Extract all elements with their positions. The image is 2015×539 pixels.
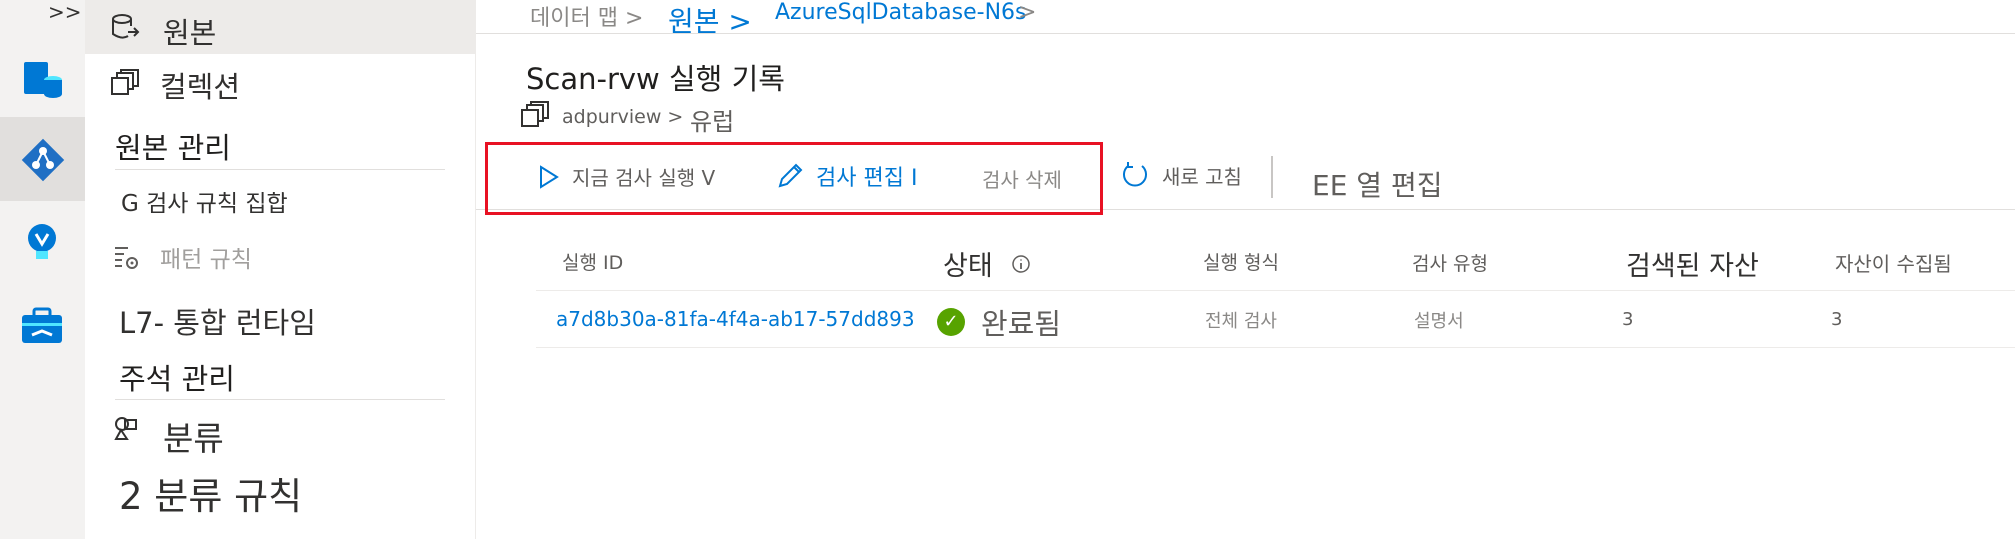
nav-item-pattern-rules[interactable]: 패턴 규칙 — [85, 236, 475, 280]
divider — [476, 33, 2015, 34]
nav-item-scan-rule-sets[interactable]: G 검사 규칙 집합 — [85, 176, 475, 220]
breadcrumb-asset[interactable]: AzureSqlDatabase-N6s — [775, 0, 1027, 25]
expand-nav-button[interactable]: >> — [48, 0, 82, 24]
collection-icon — [111, 69, 139, 95]
column-header-ingested-assets[interactable]: 자산이 수집됨 — [1835, 248, 1952, 277]
status-label: 완료됨 — [981, 307, 1062, 341]
nav-item-integration-runtime[interactable]: L7- 통합 런타임 — [85, 296, 475, 340]
column-header-discovered-assets[interactable]: 검색된 자산 — [1626, 244, 1759, 283]
scan-type-cell: 설명서 — [1414, 311, 1464, 332]
edit-columns-label: EE 열 편집 — [1312, 169, 1443, 202]
refresh-label: 새로 고침 — [1162, 164, 1242, 189]
collection-path-root[interactable]: adpurview > — [562, 106, 683, 128]
management-icon[interactable] — [0, 285, 85, 369]
success-check-icon: ✓ — [937, 308, 965, 336]
nav-item-sources[interactable]: 원본 — [85, 0, 475, 54]
page-title: Scan-rvw 실행 기록 — [526, 62, 785, 96]
info-icon[interactable] — [1011, 254, 1031, 274]
ingested-assets-cell: 3 — [1831, 309, 1843, 330]
column-header-scan-type[interactable]: 검사 유형 — [1412, 249, 1488, 276]
data-catalog-icon[interactable] — [0, 38, 85, 122]
nav-label: G 검사 규칙 집합 — [121, 191, 288, 217]
toolbar-separator — [1271, 156, 1273, 198]
left-nav: 원본 컬렉션 원본 관리 G 검사 규칙 집합 패턴 규칙 L7- 통합 런타임… — [85, 0, 476, 539]
column-header-status-label: 상태 — [943, 251, 993, 282]
divider — [115, 169, 445, 170]
status-cell: ✓ 완료됨 — [937, 301, 1061, 343]
divider — [536, 290, 2015, 291]
nav-label: 분류 — [163, 419, 224, 458]
nav-label: 컬렉션 — [160, 70, 241, 104]
nav-label: 2 분류 규칙 — [119, 475, 303, 518]
run-id-link[interactable]: a7d8b30a-81fa-4f4a-ab17-57dd893 — [556, 307, 915, 331]
nav-label: 패턴 규칙 — [160, 247, 252, 273]
nav-item-classifications[interactable]: 분류 — [85, 408, 475, 458]
data-map-icon[interactable] — [0, 117, 85, 201]
column-header-status[interactable]: 상태 — [943, 244, 1031, 283]
breadcrumb-sources[interactable]: 원본 > — [668, 0, 752, 40]
collection-icon — [521, 101, 549, 127]
nav-item-classification-rules[interactable]: 2 분류 규칙 — [85, 462, 475, 518]
nav-section-annotation-management: 주석 관리 — [119, 362, 235, 396]
divider — [115, 399, 445, 400]
edit-columns-button[interactable]: EE 열 편집 — [1312, 164, 1442, 204]
pattern-rules-icon — [115, 247, 138, 269]
nav-section-source-management: 원본 관리 — [115, 131, 231, 165]
icon-rail: >> — [0, 0, 85, 539]
column-header-run-type[interactable]: 실행 형식 — [1203, 248, 1279, 275]
run-type-cell: 전체 검사 — [1205, 311, 1277, 332]
insights-icon[interactable] — [0, 200, 85, 284]
nav-label: L7- 통합 런타임 — [119, 306, 316, 340]
breadcrumb-data-map[interactable]: 데이터 맵 > — [530, 0, 643, 32]
divider — [536, 347, 2015, 348]
discovered-assets-cell: 3 — [1622, 309, 1634, 330]
refresh-button[interactable]: 새로 고침 — [1120, 160, 1242, 190]
nav-item-collections[interactable]: 컬렉션 — [85, 60, 475, 112]
collection-path-leaf[interactable]: 유럽 — [690, 102, 734, 137]
database-arrow-icon — [112, 14, 140, 39]
refresh-icon — [1123, 162, 1147, 187]
nav-label: 원본 — [163, 16, 217, 50]
breadcrumb-chevron: > — [1018, 0, 1037, 25]
classification-icon — [114, 417, 137, 440]
highlight-box — [485, 142, 1103, 215]
column-header-run-id[interactable]: 실행 ID — [562, 248, 623, 275]
